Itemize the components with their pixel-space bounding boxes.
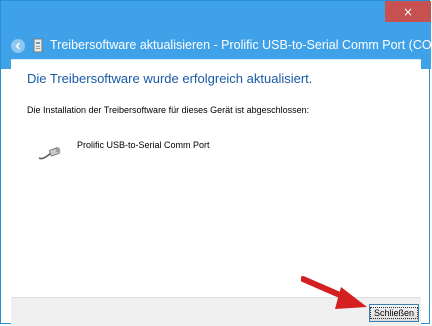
usb-cable-icon [38, 147, 61, 160]
dialog-window: × Treibersoftware aktualisieren - Prolif… [0, 0, 432, 326]
back-button[interactable] [11, 39, 25, 53]
window-close-button[interactable]: × [385, 1, 431, 22]
window-title: Treibersoftware aktualisieren - Prolific… [50, 38, 432, 52]
device-name: Prolific USB-to-Serial Comm Port [77, 140, 210, 150]
content-panel [11, 59, 421, 298]
installation-complete-text: Die Installation der Treibersoftware für… [27, 105, 310, 115]
back-arrow-icon [15, 42, 21, 50]
success-heading: Die Treibersoftware wurde erfolgreich ak… [27, 71, 313, 86]
red-arrow-icon [301, 276, 367, 309]
driver-icon [33, 38, 43, 53]
close-icon: × [402, 4, 414, 19]
